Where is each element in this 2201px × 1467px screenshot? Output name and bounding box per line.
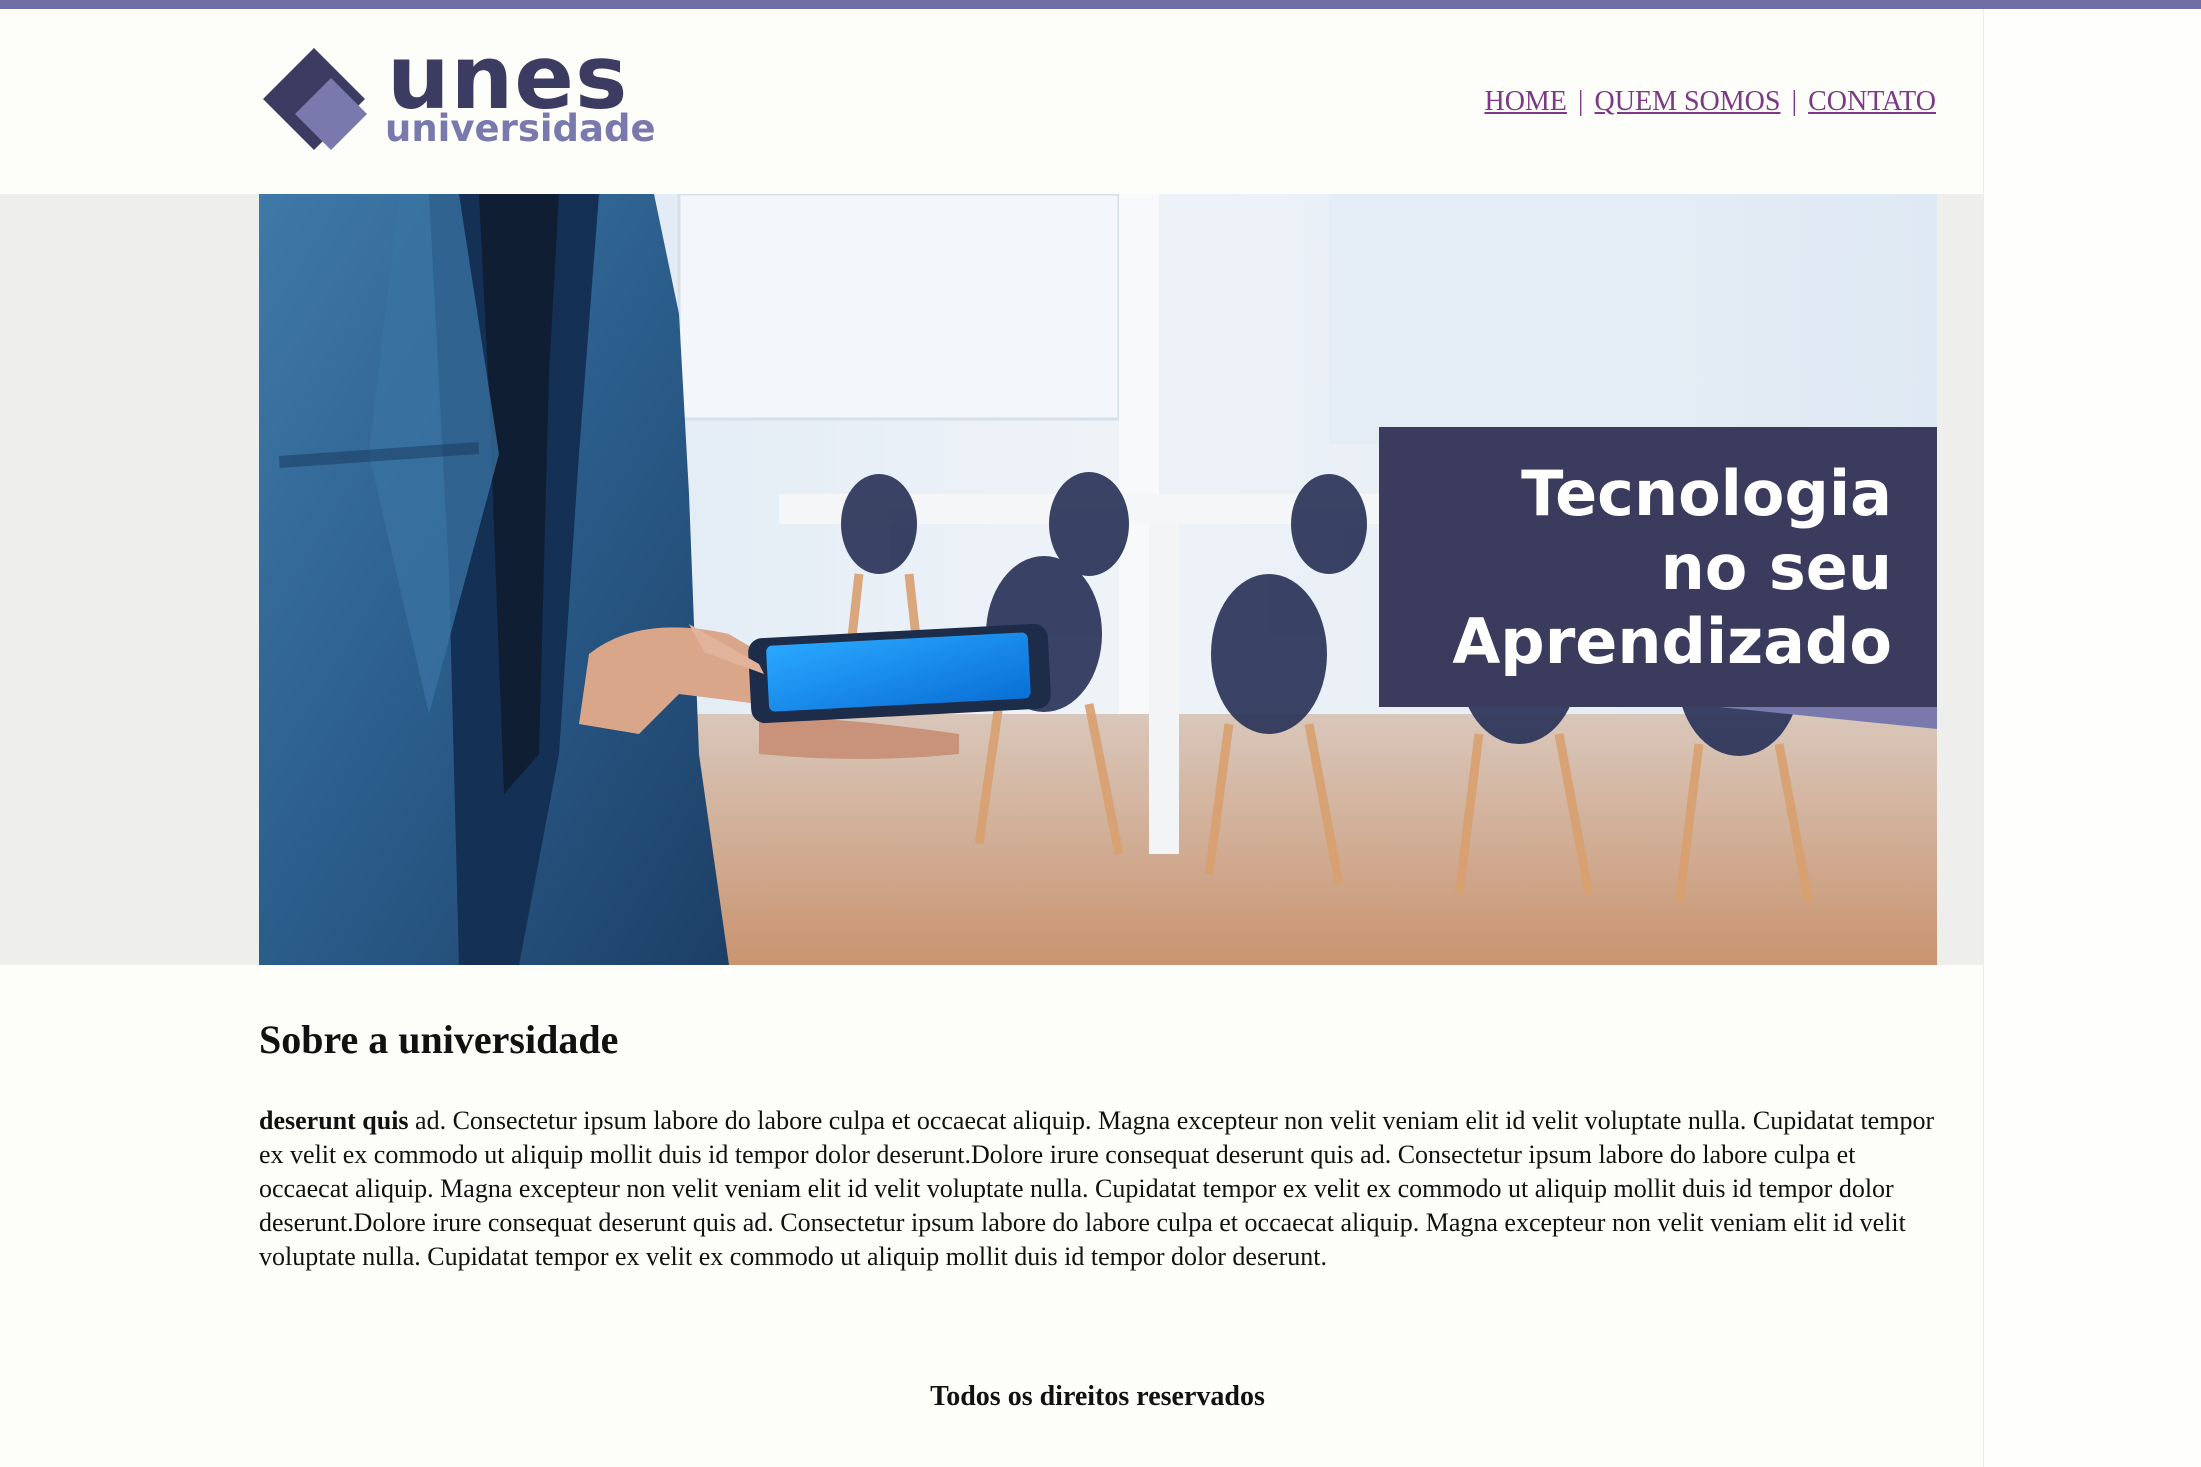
hero-banner: Tecnologia no seu Aprendizado (259, 194, 1937, 965)
banner-line-2: no seu (1660, 531, 1892, 604)
banner-line-1: Tecnologia (1521, 457, 1892, 530)
top-accent-strip (0, 0, 2201, 9)
footer: Todos os direitos reservados (0, 1381, 2201, 1421)
footer-copyright: Todos os direitos reservados (930, 1381, 1265, 1412)
nav-separator: | (1577, 86, 1584, 117)
logo-subtitle: universidade (385, 107, 656, 150)
logo[interactable]: unes universidade (259, 34, 659, 154)
section-title: Sobre a universidade (259, 1017, 619, 1062)
banner-line-3: Aprendizado (1452, 605, 1892, 678)
banner-headline-box: Tecnologia no seu Aprendizado (1379, 427, 1937, 707)
right-gutter (1983, 9, 2201, 1467)
nav-link-home[interactable]: HOME (1484, 86, 1566, 117)
section-body-text: ad. Consectetur ipsum labore do labore c… (259, 1106, 1935, 1271)
section-body: deserunt quis ad. Consectetur ipsum labo… (259, 1104, 1939, 1274)
nav-link-contato[interactable]: CONTATO (1808, 86, 1936, 117)
nav-separator: | (1791, 86, 1798, 117)
logo-diamond-icon (263, 48, 367, 150)
banner-headline: Tecnologia no seu Aprendizado (1452, 457, 1892, 679)
top-navigation: HOME | QUEM SOMOS | CONTATO (1484, 86, 1936, 118)
banner-accent-triangle (1719, 707, 1937, 729)
nav-link-quem-somos[interactable]: QUEM SOMOS (1595, 86, 1781, 117)
section-body-lead: deserunt quis (259, 1106, 409, 1135)
